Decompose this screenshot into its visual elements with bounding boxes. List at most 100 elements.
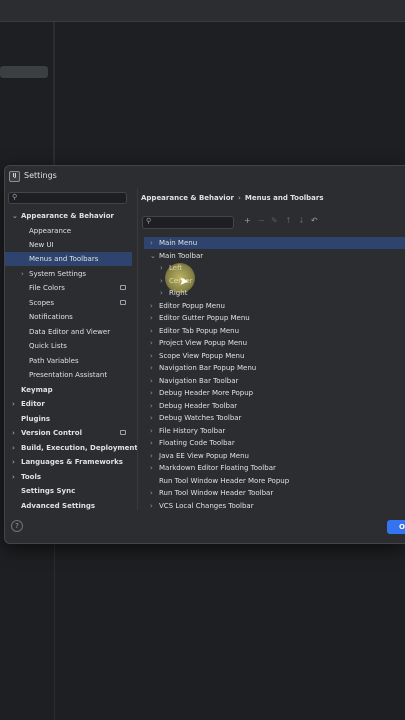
menu-tree-item[interactable]: › Project View Popup Menu <box>144 337 405 349</box>
menu-tree-item[interactable]: ⌄ Main Toolbar <box>144 250 405 262</box>
breadcrumb-current: Menus and Toolbars <box>244 194 324 202</box>
menu-tree-item[interactable]: › Editor Gutter Popup Menu <box>144 312 405 324</box>
chevron-right-icon[interactable]: › <box>12 397 15 411</box>
menu-tree-item[interactable]: › Main Menu <box>144 237 405 249</box>
menu-tree-item[interactable]: › Run Tool Window Header Toolbar <box>144 487 405 499</box>
menu-tree-item[interactable]: › Scope View Popup Menu <box>144 350 405 362</box>
search-icon: ⚲ <box>12 193 18 201</box>
edit-icon[interactable]: ✎ <box>271 216 278 225</box>
sidebar-item-label: Presentation Assistant <box>29 371 108 379</box>
sidebar-item[interactable]: Quick Lists <box>5 339 132 353</box>
chevron-right-icon[interactable]: › <box>150 462 153 474</box>
ide-divider <box>53 22 54 172</box>
menu-tree-item[interactable]: › Markdown Editor Floating Toolbar <box>144 462 405 474</box>
chevron-right-icon[interactable]: › <box>150 412 153 424</box>
sidebar-item[interactable]: ⌄ Appearance & Behavior <box>5 209 132 223</box>
sidebar-item-label: Appearance & Behavior <box>21 212 114 220</box>
restore-defaults-icon[interactable]: ↶ <box>311 216 318 225</box>
sidebar-item[interactable]: Settings Sync <box>5 484 132 498</box>
project-scope-icon <box>120 300 126 305</box>
chevron-right-icon[interactable]: › <box>160 287 163 299</box>
chevron-right-icon[interactable]: › <box>150 425 153 437</box>
menu-tree-item[interactable]: › Java EE View Popup Menu <box>144 450 405 462</box>
sidebar-item-label: Settings Sync <box>21 487 76 495</box>
remove-icon[interactable]: − <box>258 216 265 225</box>
chevron-down-icon[interactable]: ⌄ <box>150 250 156 262</box>
sidebar-item[interactable]: Presentation Assistant <box>5 368 132 382</box>
chevron-right-icon[interactable]: › <box>150 362 153 374</box>
chevron-right-icon[interactable]: › <box>150 237 153 249</box>
menu-tree-item-label: Java EE View Popup Menu <box>159 451 249 460</box>
menu-tree-item[interactable]: › Debug Header More Popup <box>144 387 405 399</box>
sidebar-item-label: Plugins <box>21 415 51 423</box>
chevron-right-icon[interactable]: › <box>150 450 153 462</box>
chevron-down-icon[interactable]: ⌄ <box>12 209 18 223</box>
sidebar-item[interactable]: › System Settings <box>5 267 132 281</box>
menu-tree-item[interactable]: › Navigation Bar Popup Menu <box>144 362 405 374</box>
menus-search-input[interactable]: ⚲ <box>142 216 234 229</box>
chevron-right-icon[interactable]: › <box>12 455 15 469</box>
sidebar-item-label: Path Variables <box>29 357 79 365</box>
sidebar-item-label: Languages & Frameworks <box>21 458 123 466</box>
sidebar-item[interactable]: Scopes <box>5 296 132 310</box>
menu-tree-item[interactable]: › Floating Code Toolbar <box>144 437 405 449</box>
chevron-right-icon[interactable]: › <box>160 275 163 287</box>
chevron-right-icon[interactable]: › <box>150 350 153 362</box>
sidebar-item[interactable]: › Editor <box>5 397 132 411</box>
menu-tree-item-label: Editor Gutter Popup Menu <box>159 314 250 322</box>
add-icon[interactable]: + <box>244 216 251 225</box>
chevron-right-icon[interactable]: › <box>150 337 153 349</box>
sidebar-item[interactable]: › Version Control <box>5 426 132 440</box>
chevron-right-icon[interactable]: › <box>150 387 153 399</box>
menu-tree-item[interactable]: › Navigation Bar Toolbar <box>144 375 405 387</box>
sidebar-item[interactable]: Data Editor and Viewer <box>5 325 132 339</box>
chevron-right-icon[interactable]: › <box>160 262 163 274</box>
sidebar-item[interactable]: New UI <box>5 238 132 252</box>
menu-tree-item[interactable]: › Debug Watches Toolbar <box>144 412 405 424</box>
sidebar-item[interactable]: Menus and Toolbars <box>5 252 132 266</box>
chevron-right-icon[interactable]: › <box>12 470 15 484</box>
sidebar-item[interactable]: › Languages & Frameworks <box>5 455 132 469</box>
dialog-title: Settings <box>24 171 57 180</box>
breadcrumb-parent[interactable]: Appearance & Behavior <box>141 194 234 202</box>
menu-tree-item-label: File History Toolbar <box>159 426 226 435</box>
chevron-right-icon[interactable]: › <box>150 400 153 412</box>
menu-tree-item[interactable]: › Editor Tab Popup Menu <box>144 325 405 337</box>
sidebar-item[interactable]: Notifications <box>5 310 132 324</box>
sidebar-item[interactable]: Path Variables <box>5 354 132 368</box>
menu-tree-item[interactable]: › Debug Header Toolbar <box>144 400 405 412</box>
menu-tree-item-label: Navigation Bar Popup Menu <box>159 364 257 372</box>
move-down-icon[interactable]: ↓ <box>298 216 305 225</box>
move-up-icon[interactable]: ↑ <box>285 216 292 225</box>
help-button[interactable]: ? <box>11 520 23 532</box>
sidebar-item-label: Scopes <box>29 299 54 307</box>
sidebar-item[interactable]: File Colors <box>5 281 132 295</box>
menu-tree-item[interactable]: Run Tool Window Header More Popup <box>144 475 405 487</box>
chevron-right-icon[interactable]: › <box>150 437 153 449</box>
ok-button[interactable]: O <box>387 520 405 534</box>
sidebar-item[interactable]: Appearance <box>5 224 132 238</box>
sidebar-item[interactable]: › Tools <box>5 470 132 484</box>
sidebar-item-label: Quick Lists <box>29 342 67 350</box>
sidebar-item[interactable]: Keymap <box>5 383 132 397</box>
chevron-right-icon[interactable]: › <box>150 312 153 324</box>
menu-tree-item-label: Debug Header More Popup <box>159 389 254 397</box>
chevron-right-icon[interactable]: › <box>150 487 153 499</box>
chevron-right-icon[interactable]: › <box>12 426 15 440</box>
dialog-title-bar[interactable]: IJ Settings <box>5 166 405 188</box>
sidebar-item-label: Version Control <box>21 429 82 437</box>
menu-tree-item[interactable]: › Editor Popup Menu <box>144 300 405 312</box>
chevron-right-icon[interactable]: › <box>150 325 153 337</box>
menu-tree-item[interactable]: › File History Toolbar <box>144 425 405 437</box>
chevron-right-icon[interactable]: › <box>21 267 24 281</box>
menu-tree-item-label: Scope View Popup Menu <box>159 351 245 360</box>
chevron-right-icon[interactable]: › <box>150 375 153 387</box>
chevron-right-icon[interactable]: › <box>12 441 15 455</box>
menu-tree-item-label: Floating Code Toolbar <box>159 439 235 447</box>
sidebar-item[interactable]: › Build, Execution, Deployment <box>5 441 138 455</box>
ide-selected-row[interactable] <box>0 66 48 78</box>
settings-search-input[interactable]: ⚲ <box>8 192 127 204</box>
breadcrumb-separator: › <box>237 194 241 202</box>
sidebar-item[interactable]: Plugins <box>5 412 132 426</box>
chevron-right-icon[interactable]: › <box>150 300 153 312</box>
